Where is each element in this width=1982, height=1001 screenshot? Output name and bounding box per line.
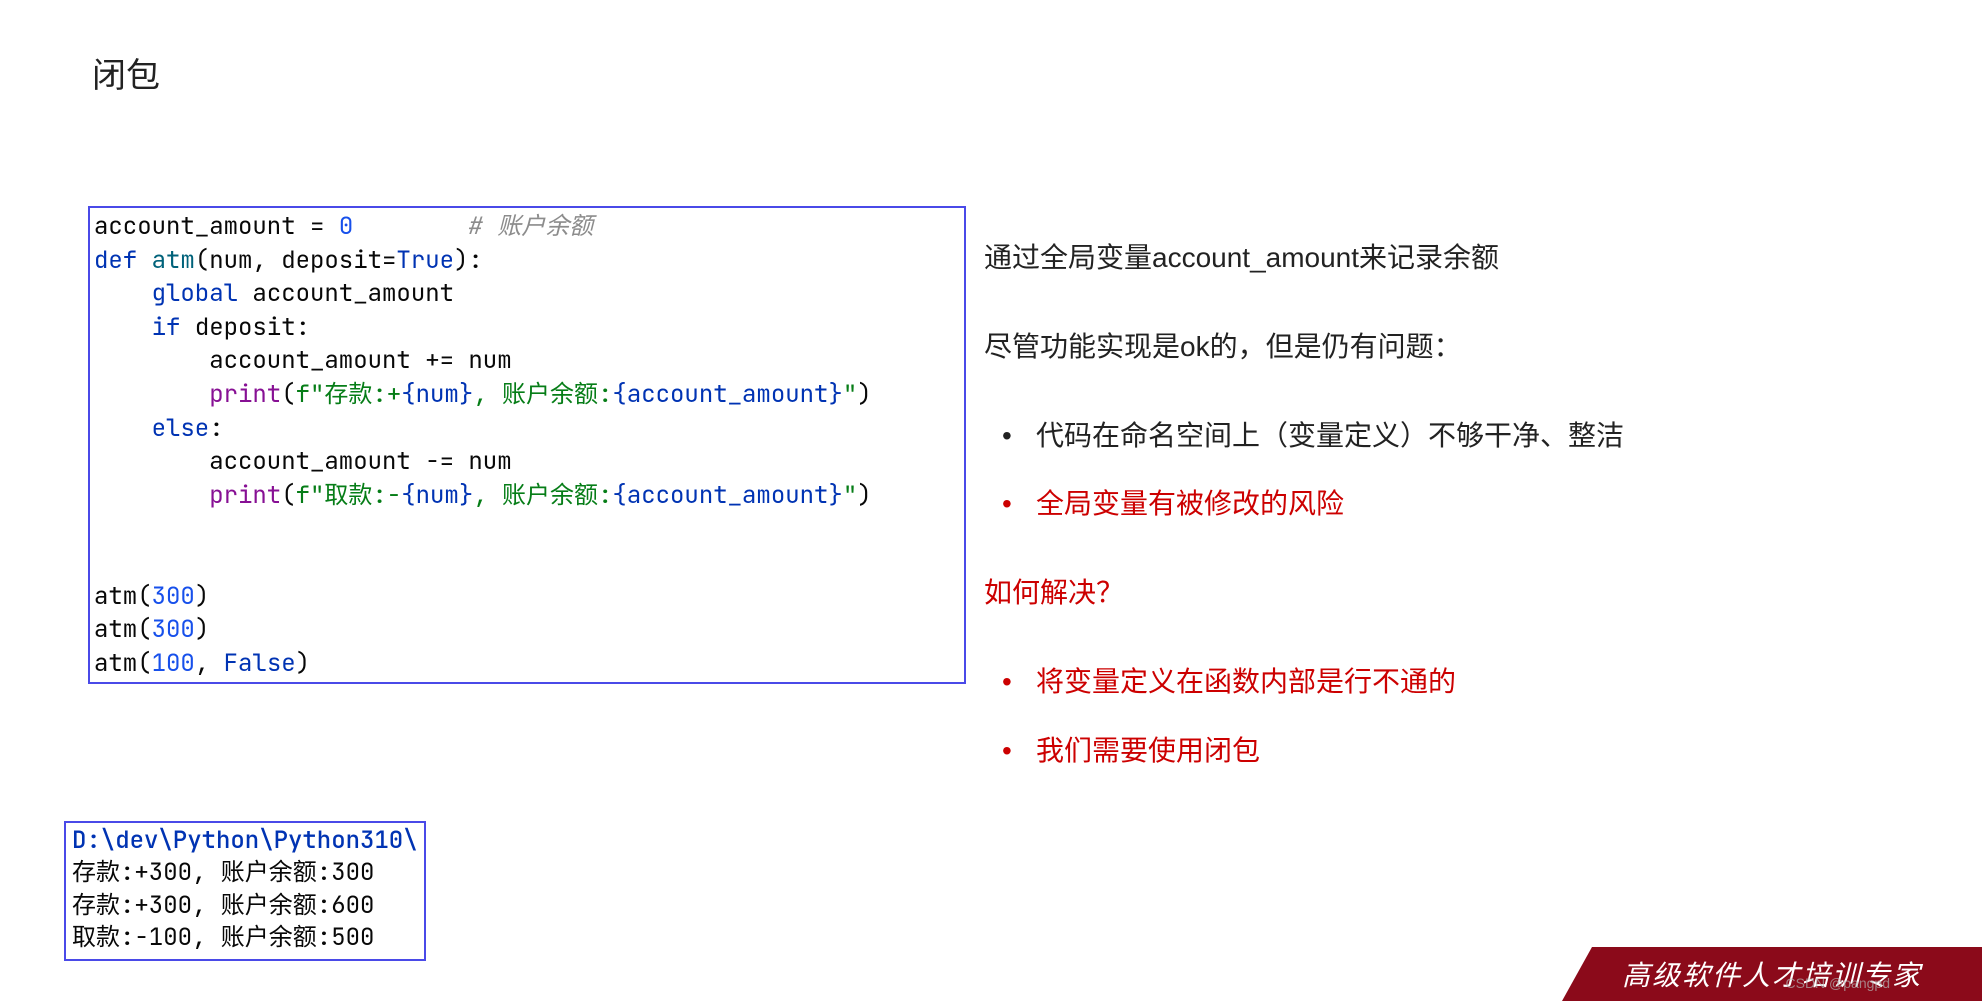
code-text: account_amount += num xyxy=(94,345,512,376)
code-number: 100 xyxy=(152,648,195,679)
code-string: f"存款:+ xyxy=(296,379,402,410)
code-fexpr: {num} xyxy=(401,379,473,410)
code-string: , 账户余额: xyxy=(473,379,612,410)
code-text xyxy=(94,480,209,511)
code-keyword: global xyxy=(152,278,253,309)
code-text: (num, deposit= xyxy=(195,245,397,276)
code-builtin: print xyxy=(209,480,281,511)
code-fexpr: {account_amount} xyxy=(612,480,842,511)
slide-title: 闭包 xyxy=(92,48,160,97)
code-text: ) xyxy=(195,581,209,612)
list-text: 将变量定义在函数内部是行不通的 xyxy=(1036,666,1456,697)
code-text: ( xyxy=(281,480,295,511)
list-text: 全局变量有被修改的风险 xyxy=(1036,488,1344,519)
code-keyword: True xyxy=(396,245,454,276)
output-line: 存款:+300, 账户余额:300 xyxy=(72,857,374,888)
code-text: account_amount xyxy=(252,278,454,309)
paragraph-problems: 尽管功能实现是ok的，但是仍有问题： xyxy=(984,325,1924,370)
code-text: , xyxy=(195,648,224,679)
paragraph-intro: 通过全局变量account_amount来记录余额 xyxy=(984,236,1924,281)
code-text: atm( xyxy=(94,648,152,679)
code-keyword: def xyxy=(94,245,152,276)
code-text: account_amount -= num xyxy=(94,446,512,477)
code-number: 0 xyxy=(339,211,353,242)
code-text xyxy=(94,312,152,343)
code-text: atm( xyxy=(94,581,152,612)
list-item: 代码在命名空间上（变量定义）不够干净、整洁 xyxy=(984,414,1924,459)
problems-list: 代码在命名空间上（变量定义）不够干净、整洁 全局变量有被修改的风险 xyxy=(984,414,1924,528)
code-string: f"取款:- xyxy=(296,480,402,511)
output-line: 存款:+300, 账户余额:600 xyxy=(72,890,374,921)
code-keyword: False xyxy=(224,648,296,679)
list-text: 我们需要使用闭包 xyxy=(1036,735,1260,766)
code-fexpr: {account_amount} xyxy=(612,379,842,410)
list-item: 我们需要使用闭包 xyxy=(984,729,1924,774)
code-text: ) xyxy=(857,379,871,410)
code-builtin: print xyxy=(209,379,281,410)
output-line: 取款:-100, 账户余额:500 xyxy=(72,922,374,953)
output-block: D:\dev\Python\Python310\ 存款:+300, 账户余额:3… xyxy=(64,821,426,961)
code-text xyxy=(353,211,468,242)
solutions-list: 将变量定义在函数内部是行不通的 我们需要使用闭包 xyxy=(984,660,1924,774)
code-text xyxy=(94,413,152,444)
code-text: ) xyxy=(857,480,871,511)
code-text: ( xyxy=(281,379,295,410)
paragraph-solution-heading: 如何解决？ xyxy=(984,571,1924,616)
code-keyword: else xyxy=(152,413,210,444)
code-function: atm xyxy=(152,245,195,276)
code-text: : xyxy=(209,413,223,444)
code-number: 300 xyxy=(152,581,195,612)
code-string: " xyxy=(843,379,857,410)
explanation-column: 通过全局变量account_amount来记录余额 尽管功能实现是ok的，但是仍… xyxy=(984,236,1924,818)
code-number: 300 xyxy=(152,614,195,645)
code-text: atm( xyxy=(94,614,152,645)
code-text: deposit: xyxy=(195,312,310,343)
code-text: ) xyxy=(195,614,209,645)
output-path: D:\dev\Python\Python310\ xyxy=(72,825,418,856)
footer-banner: 高级软件人才培训专家 xyxy=(1562,947,1982,1001)
code-string: , 账户余额: xyxy=(473,480,612,511)
code-text: ): xyxy=(454,245,483,276)
code-text: account_amount = xyxy=(94,211,339,242)
code-comment: # 账户余额 xyxy=(468,211,593,242)
code-block: account_amount = 0 # 账户余额 def atm(num, d… xyxy=(88,206,966,684)
code-text xyxy=(94,379,209,410)
list-item: 全局变量有被修改的风险 xyxy=(984,482,1924,527)
code-keyword: if xyxy=(152,312,195,343)
code-string: " xyxy=(843,480,857,511)
code-text: ) xyxy=(296,648,310,679)
code-text xyxy=(94,278,152,309)
list-text: 代码在命名空间上（变量定义）不够干净、整洁 xyxy=(1036,420,1624,451)
code-fexpr: {num} xyxy=(401,480,473,511)
list-item: 将变量定义在函数内部是行不通的 xyxy=(984,660,1924,705)
